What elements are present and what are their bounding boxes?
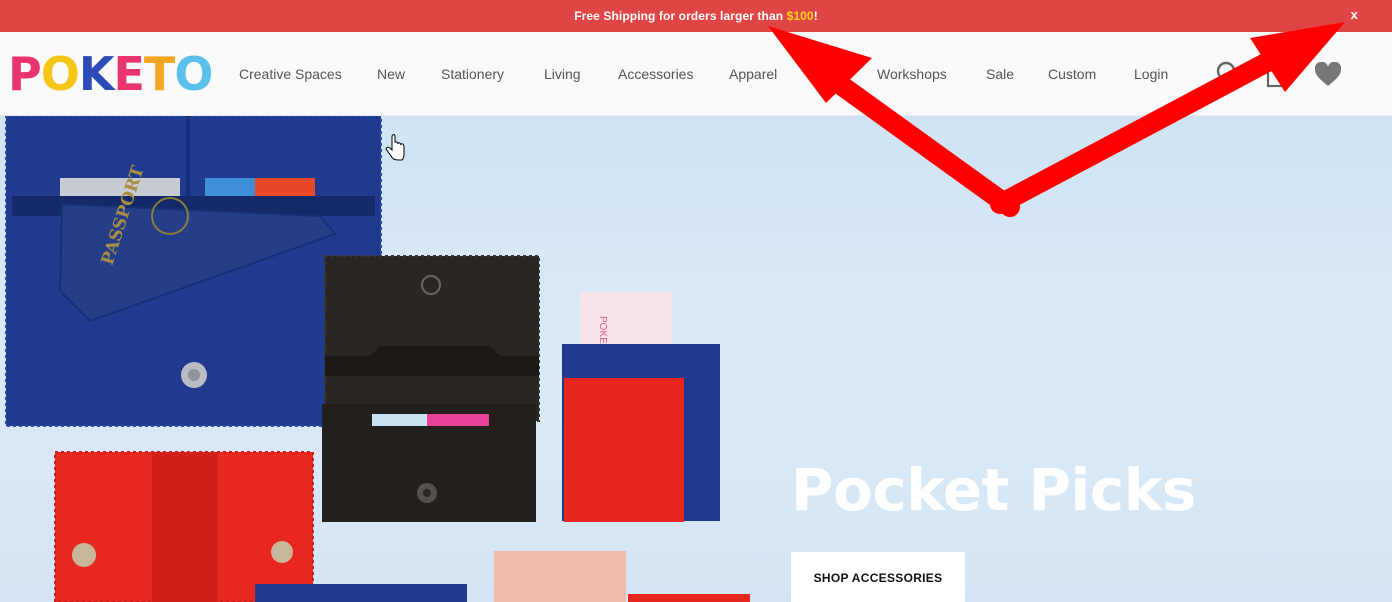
promo-text-after: ! [813,9,818,23]
logo-letter: O [174,47,213,101]
hero-title: Pocket Picks [791,456,1196,524]
nav-item-workshops[interactable]: Workshops [877,66,947,82]
promo-close-button[interactable]: x [1351,7,1358,22]
nav-item-accessories[interactable]: Accessories [618,66,693,82]
pink-wallet-image [494,551,626,602]
site-header: P O K E T O Creative Spaces New Statione… [0,32,1392,116]
nav-item-apparel[interactable]: Apparel [729,66,777,82]
logo-letter: O [40,47,80,101]
promo-text-before: Free Shipping for orders larger than [574,9,787,23]
nav-item-custom[interactable]: Custom [1048,66,1096,82]
shopping-bag-icon[interactable] [1265,59,1291,93]
nav-item-new[interactable]: New [377,66,405,82]
nav-item-creative-spaces[interactable]: Creative Spaces [239,66,342,82]
promo-amount: $100 [786,9,814,23]
nav-item-sale[interactable]: Sale [986,66,1014,82]
promo-text: Free Shipping for orders larger than $10… [574,9,818,23]
promo-bar: Free Shipping for orders larger than $10… [0,0,1392,32]
card-holder-image: POKETO [562,292,720,522]
logo-letter: K [78,47,115,101]
logo-letter: T [143,47,175,101]
hero-product-image: PASSPORT POKETO [5,116,750,602]
blue-wallet-bottom [255,584,467,602]
passport-wallet-image: PASSPORT [5,116,382,427]
hero-banner: PASSPORT POKETO Pocket Picks SHOP ACCESS… [0,116,1392,602]
red-wallet-bottom [628,594,750,602]
logo-letter: P [8,47,42,101]
nav-item-stationery[interactable]: Stationery [441,66,504,82]
black-wallet-image [322,255,540,522]
hand-cursor-icon [385,134,405,161]
red-wallet-image [54,451,314,602]
nav-item-login[interactable]: Login [1134,66,1168,82]
nav-item-living[interactable]: Living [544,66,581,82]
search-icon[interactable] [1215,60,1241,91]
heart-icon[interactable] [1314,61,1342,93]
logo-letter: E [113,47,144,101]
poketo-logo[interactable]: P O K E T O [8,47,213,101]
shop-accessories-button[interactable]: SHOP ACCESSORIES [791,552,965,602]
